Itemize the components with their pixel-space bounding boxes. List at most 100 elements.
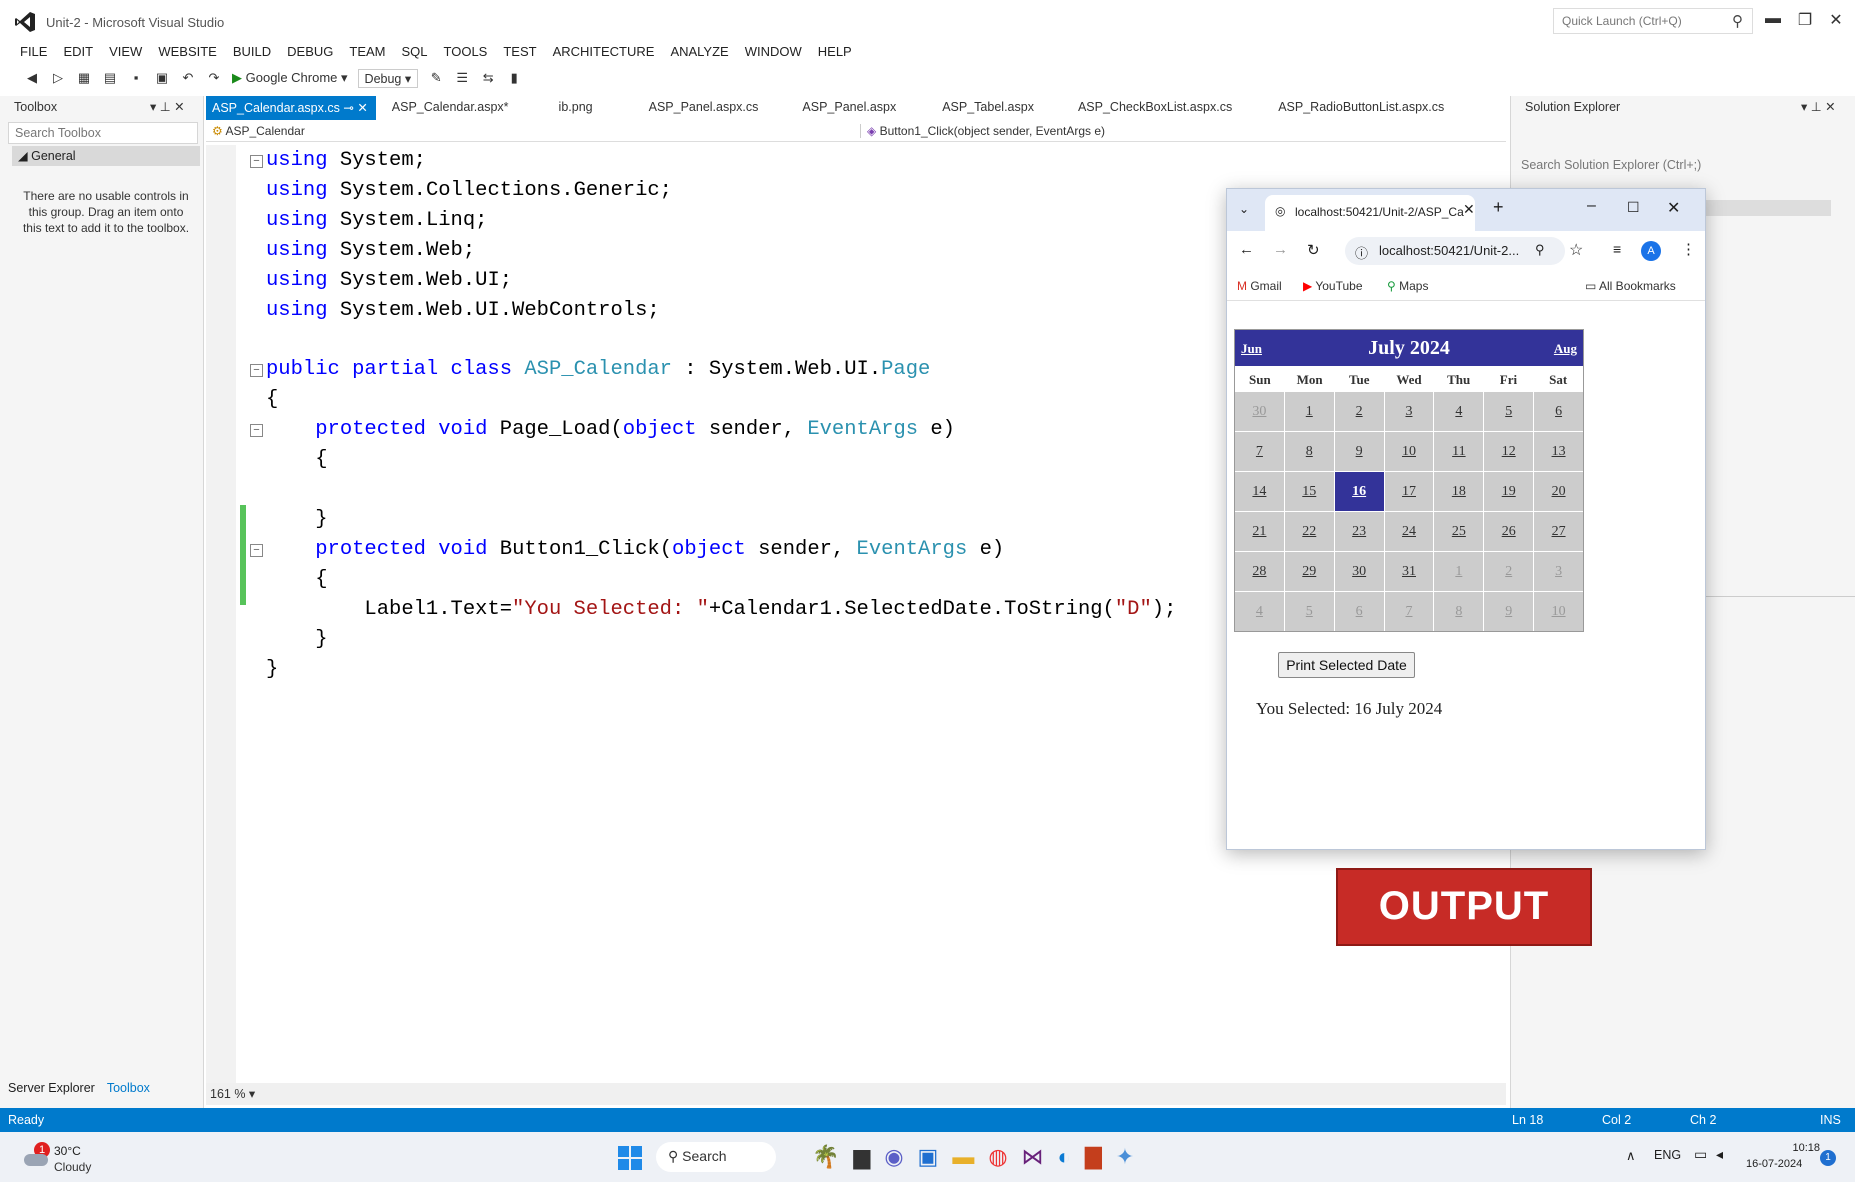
profile-avatar[interactable]: A	[1641, 241, 1661, 261]
tab-asp-radiobuttonlist-cs[interactable]: ASP_RadioButtonList.aspx.cs	[1248, 96, 1460, 120]
visual-studio-icon[interactable]: ⋈	[1022, 1144, 1058, 1169]
calendar-day[interactable]: 3	[1534, 552, 1583, 591]
class-dropdown[interactable]: ⚙ ASP_Calendar	[212, 124, 852, 138]
close-icon[interactable]: ✕	[1825, 10, 1847, 30]
volume-icon[interactable]: ◂	[1716, 1146, 1723, 1163]
menu-sql[interactable]: SQL	[394, 40, 436, 64]
find-icon[interactable]: ✎	[428, 70, 444, 86]
calendar-day[interactable]: 4	[1235, 592, 1284, 631]
zoom-icon[interactable]: ⚲	[1535, 242, 1545, 258]
start-debugging-button[interactable]: ▶ Google Chrome ▾	[232, 70, 348, 86]
tab-toolbox[interactable]: Toolbox	[107, 1081, 150, 1095]
zoom-dropdown[interactable]: 161 %	[210, 1087, 245, 1101]
collapse-icon[interactable]: −	[250, 155, 263, 168]
calendar-day[interactable]: 19	[1484, 472, 1534, 511]
address-bar[interactable]: ⓘ localhost:50421/Unit-2...	[1345, 237, 1565, 265]
clock-time[interactable]: 10:18	[1780, 1142, 1820, 1154]
edge-icon[interactable]: ◐	[1058, 1144, 1085, 1169]
calendar-day[interactable]: 9	[1334, 432, 1384, 471]
calendar-day[interactable]: 4	[1434, 392, 1484, 431]
bookmark-icon[interactable]: ▮	[506, 70, 522, 86]
minimize-icon[interactable]: ▬	[1762, 10, 1784, 28]
menu-kebab-icon[interactable]: ⋮	[1681, 240, 1696, 258]
calendar-day[interactable]: 1	[1284, 392, 1334, 431]
toolbox-search-input[interactable]: Search Toolbox	[8, 122, 198, 144]
language-indicator[interactable]: ENG	[1654, 1148, 1681, 1162]
save-all-icon[interactable]: ▣	[154, 70, 170, 86]
all-bookmarks[interactable]: ▭ All Bookmarks	[1585, 279, 1676, 293]
calendar-day[interactable]: 2	[1334, 392, 1384, 431]
maximize-icon[interactable]: ☐	[1627, 199, 1640, 216]
calendar-day-selected[interactable]: 16	[1334, 472, 1384, 511]
indent-icon[interactable]: ☰	[454, 70, 470, 86]
close-icon[interactable]: ✕	[357, 101, 367, 115]
menu-tools[interactable]: TOOLS	[436, 40, 496, 64]
calendar-day[interactable]: 18	[1434, 472, 1484, 511]
collapse-icon[interactable]: −	[250, 424, 263, 437]
open-file-icon[interactable]: ▤	[102, 70, 118, 86]
browser-tab[interactable]: ◎ localhost:50421/Unit-2/ASP_Ca	[1265, 195, 1475, 231]
menu-build[interactable]: BUILD	[225, 40, 279, 64]
pin-icon[interactable]: ▾ ⊥ ✕	[1801, 99, 1836, 114]
calendar-day[interactable]: 10	[1384, 432, 1434, 471]
collapse-icon[interactable]: −	[250, 364, 263, 377]
menu-test[interactable]: TEST	[495, 40, 544, 64]
calendar-day[interactable]: 12	[1484, 432, 1534, 471]
comment-icon[interactable]: ⇆	[480, 70, 496, 86]
calendar-day[interactable]: 25	[1434, 512, 1484, 551]
calendar-day[interactable]: 9	[1484, 592, 1534, 631]
pin-icon[interactable]: ▾ ⊥ ✕	[150, 99, 185, 114]
calendar-day[interactable]: 31	[1384, 552, 1434, 591]
bookmark-star-icon[interactable]: ☆	[1569, 240, 1583, 260]
calendar-day[interactable]: 7	[1384, 592, 1434, 631]
back-icon[interactable]: ←	[1239, 241, 1254, 258]
calendar-day[interactable]: 3	[1384, 392, 1434, 431]
site-info-icon[interactable]: ⓘ	[1355, 243, 1368, 262]
chrome-icon[interactable]: ◍	[988, 1144, 1021, 1169]
calendar-day[interactable]: 5	[1484, 392, 1534, 431]
calendar-day[interactable]: 10	[1534, 592, 1583, 631]
reading-list-icon[interactable]: ≡	[1613, 241, 1621, 257]
back-nav-icon[interactable]: ◀	[24, 70, 40, 86]
menu-debug[interactable]: DEBUG	[279, 40, 341, 64]
calendar-day[interactable]: 29	[1284, 552, 1334, 591]
forward-icon[interactable]: →	[1273, 241, 1288, 258]
bookmark-gmail[interactable]: M Gmail	[1237, 279, 1282, 293]
calendar-day[interactable]: 23	[1334, 512, 1384, 551]
calendar-day[interactable]: 24	[1384, 512, 1434, 551]
calendar-day[interactable]: 26	[1484, 512, 1534, 551]
calendar-day[interactable]: 2	[1484, 552, 1534, 591]
calendar-day[interactable]: 7	[1235, 432, 1284, 471]
clock-date[interactable]: 16-07-2024	[1746, 1158, 1802, 1170]
new-tab-icon[interactable]: +	[1493, 197, 1504, 218]
folder-icon[interactable]: ▬	[952, 1144, 988, 1169]
calendar-day[interactable]: 8	[1434, 592, 1484, 631]
calendar-day[interactable]: 30	[1334, 552, 1384, 591]
solution-config-dropdown[interactable]: Debug ▾	[357, 68, 419, 88]
calendar-day[interactable]: 1	[1434, 552, 1484, 591]
bookmark-youtube[interactable]: ▶ YouTube	[1303, 279, 1363, 293]
tray-chevron-icon[interactable]: ∧	[1626, 1148, 1636, 1164]
close-icon[interactable]: ✕	[1667, 198, 1680, 218]
restore-icon[interactable]: ❐	[1794, 10, 1816, 30]
member-dropdown[interactable]: ◈ Button1_Click(object sender, EventArgs…	[860, 124, 1500, 138]
file-explorer-icon[interactable]: ▆	[853, 1144, 884, 1169]
reload-icon[interactable]: ↻	[1307, 241, 1320, 259]
menu-help[interactable]: HELP	[810, 40, 860, 64]
tab-search-icon[interactable]: ⌄	[1239, 202, 1249, 216]
undo-icon[interactable]: ↶	[180, 70, 196, 86]
menu-file[interactable]: FILE	[12, 40, 55, 64]
calendar-day[interactable]: 27	[1534, 512, 1583, 551]
calendar-day[interactable]: 28	[1235, 552, 1284, 591]
calendar-day[interactable]: 6	[1534, 392, 1583, 431]
calendar-day[interactable]: 30	[1235, 392, 1284, 431]
save-icon[interactable]: ▪	[128, 70, 144, 86]
new-project-icon[interactable]: ▦	[76, 70, 92, 86]
tab-asp-panel-cs[interactable]: ASP_Panel.aspx.cs	[609, 96, 775, 120]
calendar-day[interactable]: 21	[1235, 512, 1284, 551]
calendar-day[interactable]: 17	[1384, 472, 1434, 511]
weather-icon[interactable]: 1	[24, 1140, 54, 1170]
calendar-day[interactable]: 8	[1284, 432, 1334, 471]
pin-icon[interactable]: ⊸	[343, 101, 353, 115]
menu-team[interactable]: TEAM	[341, 40, 393, 64]
